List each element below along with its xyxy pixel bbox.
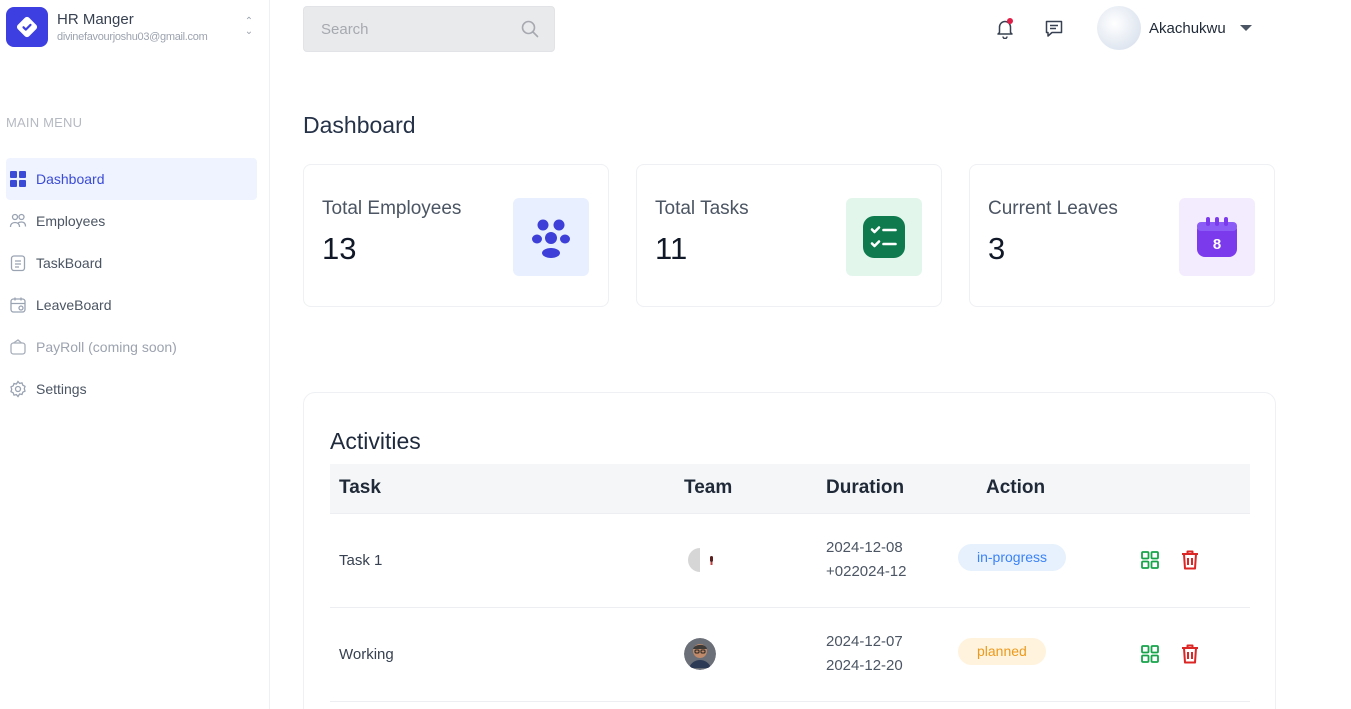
people-icon — [8, 211, 28, 231]
search-input[interactable] — [321, 20, 520, 38]
stat-label: Total Employees — [322, 198, 462, 219]
chevron-down-icon[interactable] — [1239, 25, 1252, 31]
calendar-icon — [8, 295, 28, 315]
stat-value: 3 — [988, 231, 1006, 266]
workspace-switcher[interactable]: HR Manger divinefavourjoshu03@gmail.com … — [6, 6, 262, 48]
sidebar-item-label: PayRoll (coming soon) — [36, 339, 177, 355]
activities-title: Activities — [330, 428, 421, 454]
sidebar-item-employees[interactable]: Employees — [6, 200, 257, 242]
trash-icon[interactable] — [1180, 549, 1200, 571]
sidebar-item-leaveboard[interactable]: LeaveBoard — [6, 284, 257, 326]
checklist-icon — [846, 198, 922, 276]
sidebar-item-label: TaskBoard — [36, 255, 103, 271]
column-header-duration: Duration — [826, 464, 986, 513]
people-group-icon — [513, 198, 589, 276]
calendar-date-icon: 8 — [1179, 198, 1255, 276]
column-header-ops — [1136, 464, 1250, 513]
user-name[interactable]: Akachukwu — [1149, 20, 1226, 37]
sidebar-item-payroll[interactable]: PayRoll (coming soon) — [6, 326, 257, 368]
avatar — [688, 548, 713, 572]
grid-icon — [8, 169, 28, 189]
stat-card-tasks: Total Tasks 11 — [636, 164, 942, 307]
messages-button[interactable] — [1039, 13, 1069, 43]
team-avatars — [684, 544, 826, 576]
logo-diamond-icon — [16, 16, 38, 38]
avatar[interactable] — [1097, 6, 1141, 50]
sidebar-item-dashboard[interactable]: Dashboard — [6, 158, 257, 200]
grid-view-icon[interactable] — [1140, 644, 1160, 664]
account-email: divinefavourjoshu03@gmail.com — [57, 30, 208, 43]
gear-icon — [8, 379, 28, 399]
main-menu: Dashboard Employees TaskBoard LeaveBoard… — [6, 158, 257, 410]
stat-card-leaves: Current Leaves 3 8 — [969, 164, 1275, 307]
task-name: Task 1 — [330, 512, 684, 608]
stat-value: 13 — [322, 231, 357, 266]
sidebar: HR Manger divinefavourjoshu03@gmail.com … — [0, 0, 270, 709]
column-header-action: Action — [986, 464, 1136, 513]
team-avatars — [684, 638, 826, 670]
topbar-actions: Akachukwu — [990, 6, 1252, 50]
column-header-team: Team — [684, 464, 826, 513]
sidebar-item-label: Dashboard — [36, 171, 105, 187]
stat-card-employees: Total Employees 13 — [303, 164, 609, 307]
activities-panel: Activities Task Team Duration Action Tas… — [303, 392, 1276, 709]
trash-icon[interactable] — [1180, 643, 1200, 665]
table-header-row: Task Team Duration Action — [330, 464, 1250, 513]
column-header-task: Task — [330, 464, 684, 513]
avatar — [684, 638, 716, 670]
main-menu-heading: MAIN MENU — [6, 115, 83, 130]
calendar-day-number: 8 — [1213, 236, 1221, 253]
wallet-icon — [8, 337, 28, 357]
table-row: Task 1 2024-12-08 +022024-12 in-progress — [330, 512, 1250, 608]
search-icon[interactable] — [520, 19, 540, 39]
chat-icon — [1045, 20, 1063, 37]
stat-label: Current Leaves — [988, 198, 1118, 219]
expand-collapse-icon[interactable]: ⌃ ⌄ — [242, 17, 256, 37]
app-logo — [6, 7, 48, 47]
page-title: Dashboard — [303, 112, 416, 138]
sidebar-item-settings[interactable]: Settings — [6, 368, 257, 410]
notifications-button[interactable] — [990, 13, 1020, 43]
stat-value: 11 — [655, 231, 688, 266]
sidebar-item-label: Employees — [36, 213, 106, 229]
task-name: Working — [330, 607, 684, 702]
app-title: HR Manger — [57, 10, 134, 28]
status-badge: planned — [958, 638, 1046, 665]
clipboard-icon — [8, 253, 28, 273]
sidebar-item-label: Settings — [36, 381, 87, 397]
sidebar-item-label: LeaveBoard — [36, 297, 112, 313]
table-row: Working 2024-12-07 2024-12-20 planned — [330, 607, 1250, 702]
activities-table: Task Team Duration Action Task 1 2024-12… — [330, 464, 1250, 702]
notification-dot — [1007, 18, 1013, 24]
search-box — [303, 6, 555, 52]
stat-label: Total Tasks — [655, 198, 749, 219]
status-badge: in-progress — [958, 544, 1067, 571]
grid-view-icon[interactable] — [1140, 550, 1160, 570]
sidebar-item-taskboard[interactable]: TaskBoard — [6, 242, 257, 284]
